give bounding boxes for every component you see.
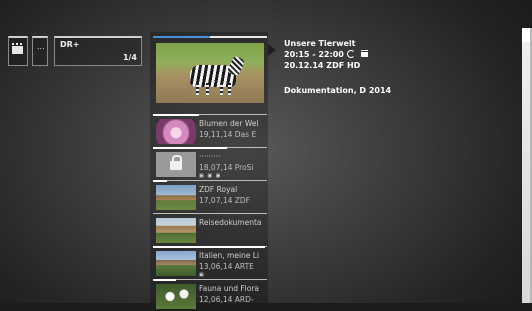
media-type-card[interactable] xyxy=(8,36,28,66)
more-dots: ... xyxy=(37,42,45,51)
row-progress-bar xyxy=(153,114,199,116)
list-item[interactable]: Reisedokumenta xyxy=(153,213,267,245)
row-title: Blumen der Wel xyxy=(199,119,259,128)
row-progress-bar xyxy=(153,279,176,281)
row-thumbnail xyxy=(156,218,196,243)
channel-label: DR+ xyxy=(60,40,80,49)
featured-progress-bar xyxy=(153,36,210,38)
featured-thumbnail xyxy=(156,43,264,103)
info-pointer xyxy=(268,44,276,56)
list-item[interactable]: ZDF Royal 17,07,14 ZDF xyxy=(153,180,267,212)
row-thumbnail xyxy=(156,251,196,276)
lock-icon xyxy=(170,155,182,170)
scrollbar[interactable] xyxy=(522,28,532,303)
row-title: ········· xyxy=(199,152,221,161)
row-subtitle: 18,07,14 ProSi xyxy=(199,163,254,172)
program-title: Unsere Tierwelt xyxy=(284,39,356,48)
row-thumbnail xyxy=(156,119,196,144)
row-info-icons: ▣ xyxy=(199,272,205,278)
record-icon xyxy=(360,50,368,57)
program-date-channel: 20.12.14 ZDF HD xyxy=(284,61,361,70)
zebra-leg xyxy=(220,83,223,95)
row-progress-bar xyxy=(153,147,228,149)
row-title: Fauna und Flora xyxy=(199,284,260,293)
row-thumbnail xyxy=(156,284,196,309)
channel-card[interactable]: DR+ 1/4 xyxy=(54,36,142,66)
featured-recording[interactable] xyxy=(153,36,267,106)
program-time: 20:15 - 22:00 xyxy=(284,50,344,59)
row-info-icons: ▣ ▣ ▣ xyxy=(199,173,222,179)
list-item[interactable]: Fauna und Flora 12,06,14 ARD- xyxy=(153,279,267,311)
more-card[interactable]: ... xyxy=(32,36,48,66)
row-title: Reisedokumenta xyxy=(199,218,262,227)
program-genre: Dokumentation, D 2014 xyxy=(284,86,392,95)
row-title: Italien, meine Li xyxy=(199,251,260,260)
list-item[interactable]: ········· 18,07,14 ProSi ▣ ▣ ▣ xyxy=(153,147,267,179)
list-item[interactable]: Blumen der Wel 19,11,14 Das E xyxy=(153,114,267,146)
program-info: Unsere Tierwelt 20:15 - 22:00 20.12.14 Z… xyxy=(284,38,424,96)
row-thumbnail xyxy=(156,152,196,177)
zebra-leg xyxy=(228,83,231,95)
program-time-row: 20:15 - 22:00 xyxy=(284,49,424,60)
zebra-leg xyxy=(196,83,199,95)
row-subtitle: 17,07,14 ZDF xyxy=(199,196,251,205)
list-item[interactable]: Italien, meine Li 13,06,14 ARTE ▣ xyxy=(153,246,267,278)
clapperboard-icon xyxy=(12,43,23,54)
zebra-leg xyxy=(206,83,209,95)
row-thumbnail xyxy=(156,185,196,210)
repeat-icon xyxy=(346,50,355,58)
row-title: ZDF Royal xyxy=(199,185,238,194)
row-subtitle: 13,06,14 ARTE xyxy=(199,262,254,271)
row-progress-bar xyxy=(153,180,167,182)
page-indicator: 1/4 xyxy=(122,53,137,62)
row-subtitle: 19,11,14 Das E xyxy=(199,130,257,139)
row-progress-bar xyxy=(153,246,265,248)
